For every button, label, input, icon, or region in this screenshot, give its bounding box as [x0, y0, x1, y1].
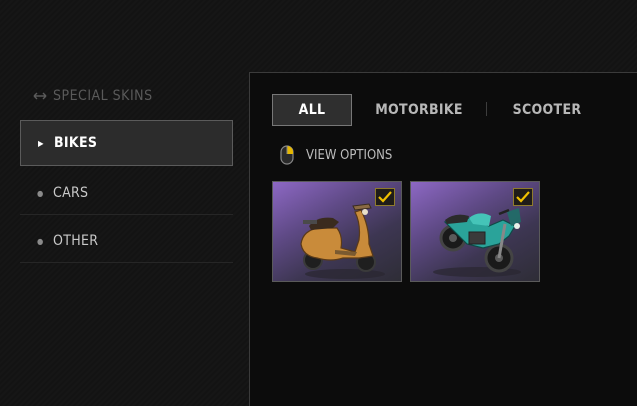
- section-title-label: SPECIAL SKINS: [53, 88, 153, 104]
- sidebar-item-other[interactable]: ● OTHER: [20, 218, 233, 264]
- bullet-icon: ●: [37, 188, 44, 198]
- tab-label: ALL: [298, 102, 326, 118]
- bullet-icon: ▶: [38, 138, 44, 148]
- tab-scooter[interactable]: SCOOTER: [502, 94, 592, 126]
- tab-separator: [486, 102, 487, 116]
- tab-all[interactable]: ALL: [272, 94, 352, 126]
- view-options-label: VIEW OPTIONS: [306, 147, 393, 163]
- sidebar-item-bikes[interactable]: ▶ BIKES: [20, 120, 233, 166]
- view-options-button[interactable]: VIEW OPTIONS: [280, 145, 392, 165]
- tab-motorbike[interactable]: MOTORBIKE: [368, 94, 470, 126]
- bullet-icon: ●: [37, 236, 44, 246]
- sidebar-item-label: OTHER: [53, 233, 99, 249]
- mouse-icon: [280, 145, 294, 165]
- arrows-icon: [33, 92, 47, 100]
- tab-label: SCOOTER: [512, 102, 582, 118]
- selected-check-icon: [513, 188, 533, 206]
- skin-card-scooter[interactable]: [272, 181, 402, 282]
- selected-check-icon: [375, 188, 395, 206]
- skins-screen: SPECIAL SKINS ▶ BIKES ● CARS ● OTHER ALL…: [0, 0, 637, 406]
- sidebar-item-label: CARS: [53, 185, 89, 201]
- skins-panel: ALL MOTORBIKE SCOOTER VIEW OPTIONS: [249, 72, 637, 406]
- nav-divider: [20, 214, 233, 215]
- section-title-special-skins: SPECIAL SKINS: [33, 88, 153, 104]
- sidebar-item-label: BIKES: [54, 135, 98, 151]
- skin-card-motorbike[interactable]: [410, 181, 540, 282]
- nav-divider: [20, 262, 233, 263]
- tab-label: MOTORBIKE: [375, 102, 463, 118]
- sidebar-item-cars[interactable]: ● CARS: [20, 170, 233, 216]
